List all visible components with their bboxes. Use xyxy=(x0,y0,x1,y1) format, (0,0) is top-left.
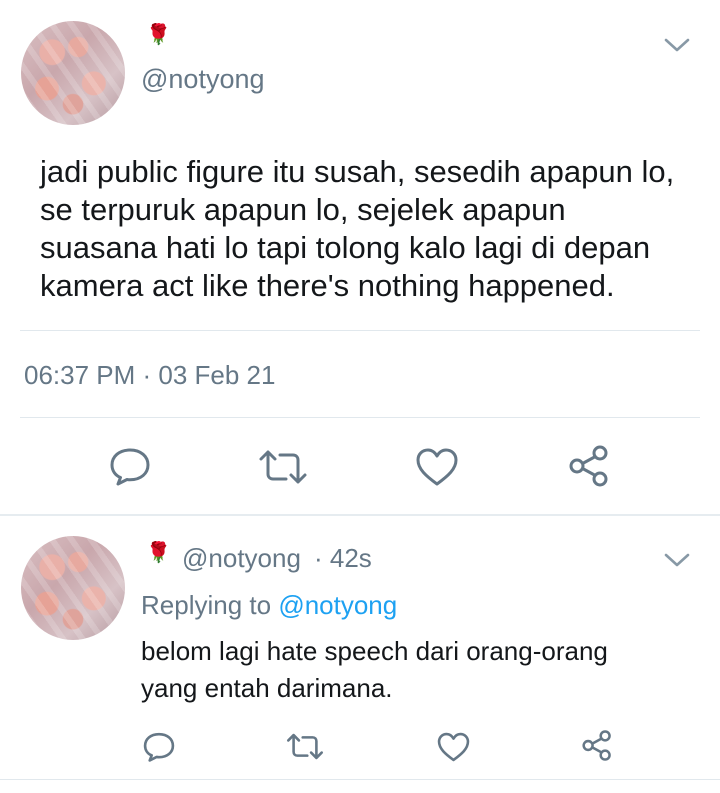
section-separator xyxy=(0,514,720,516)
replying-prefix: Replying to xyxy=(141,590,272,620)
divider xyxy=(20,330,700,331)
share-icon[interactable] xyxy=(566,444,612,488)
tweet-timestamp: 06:37 PM · 03 Feb 21 xyxy=(24,360,276,390)
author-handle[interactable]: @notyong xyxy=(141,64,265,95)
tweet-text: jadi public figure itu susah, sesedih ap… xyxy=(40,154,675,303)
bottom-divider xyxy=(0,779,720,780)
rose-emoji: 🌹 xyxy=(146,24,171,46)
reply-menu-chevron-icon[interactable] xyxy=(662,549,692,571)
tweet-menu-chevron-icon[interactable] xyxy=(662,34,692,56)
share-icon[interactable] xyxy=(580,729,614,762)
reply-text: belom lagi hate speech dari orang-orang … xyxy=(141,636,608,703)
divider xyxy=(20,417,700,418)
reply-age: · 42s xyxy=(314,543,372,573)
reply-icon[interactable] xyxy=(142,731,176,762)
replying-handle-link[interactable]: @notyong xyxy=(278,590,397,620)
replying-to: Replying to @notyong xyxy=(141,590,397,621)
retweet-icon[interactable] xyxy=(286,732,324,761)
reply-icon[interactable] xyxy=(108,446,152,486)
avatar[interactable] xyxy=(21,21,125,125)
avatar[interactable] xyxy=(21,536,125,640)
like-icon[interactable] xyxy=(436,731,471,763)
retweet-icon[interactable] xyxy=(258,448,308,486)
reply-author-handle[interactable]: @notyong xyxy=(182,543,301,574)
like-icon[interactable] xyxy=(414,446,460,488)
rose-emoji: 🌹 xyxy=(146,542,171,564)
